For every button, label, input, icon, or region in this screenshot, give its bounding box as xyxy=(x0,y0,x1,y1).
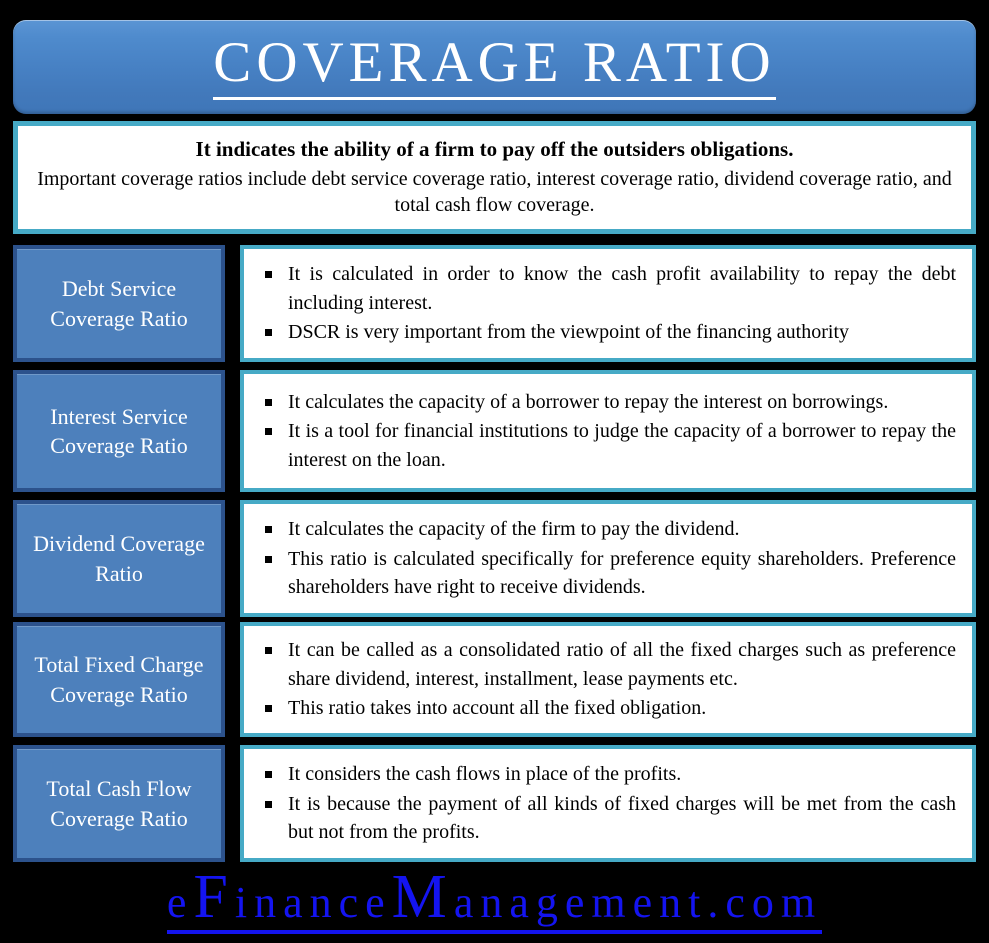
list-item: It is because the payment of all kinds o… xyxy=(258,790,956,847)
intro-box: It indicates the ability of a firm to pa… xyxy=(13,121,976,234)
ratio-label-interest-service: Interest Service Coverage Ratio xyxy=(13,370,225,492)
ratio-content-dividend: It calculates the capacity of the firm t… xyxy=(240,500,976,617)
ratio-label-dividend: Dividend Coverage Ratio xyxy=(13,500,225,617)
ratio-label-text: Debt Service Coverage Ratio xyxy=(50,276,188,331)
ratio-label-text: Total Cash Flow Coverage Ratio xyxy=(46,776,192,831)
logo-part-capital-m: M xyxy=(391,862,454,931)
list-item: This ratio takes into account all the fi… xyxy=(258,694,956,722)
intro-description: Important coverage ratios include debt s… xyxy=(37,167,952,217)
ratio-content-debt-service: It is calculated in order to know the ca… xyxy=(240,245,976,362)
logo-part: inance xyxy=(234,877,392,927)
logo-part: anagement.com xyxy=(453,877,823,927)
ratio-row: Dividend Coverage Ratio It calculates th… xyxy=(0,500,989,617)
intro-headline: It indicates the ability of a firm to pa… xyxy=(195,137,794,162)
bullet-list: It calculates the capacity of a borrower… xyxy=(258,388,956,474)
list-item: It is a tool for financial institutions … xyxy=(258,417,956,474)
list-item: It considers the cash flows in place of … xyxy=(258,760,956,788)
ratio-row: Interest Service Coverage Ratio It calcu… xyxy=(0,370,989,492)
footer: eFinanceManagement.com xyxy=(0,866,989,943)
list-item: It calculates the capacity of the firm t… xyxy=(258,515,956,543)
list-item: It is calculated in order to know the ca… xyxy=(258,260,956,317)
bullet-list: It can be called as a consolidated ratio… xyxy=(258,636,956,722)
bullet-list: It considers the cash flows in place of … xyxy=(258,760,956,846)
site-logo[interactable]: eFinanceManagement.com xyxy=(166,866,823,934)
list-item: This ratio is calculated specifically fo… xyxy=(258,545,956,602)
ratio-label-debt-service: Debt Service Coverage Ratio xyxy=(13,245,225,362)
list-item: It calculates the capacity of a borrower… xyxy=(258,388,956,416)
ratio-label-total-fixed-charge: Total Fixed Charge Coverage Ratio xyxy=(13,622,225,737)
ratio-content-total-fixed-charge: It can be called as a consolidated ratio… xyxy=(240,622,976,737)
ratio-label-text: Dividend Coverage Ratio xyxy=(33,531,205,586)
infographic-page: COVERAGE RATIO It indicates the ability … xyxy=(0,0,989,943)
page-title: COVERAGE RATIO xyxy=(213,34,776,100)
ratio-row: Debt Service Coverage Ratio It is calcul… xyxy=(0,245,989,362)
ratio-label-total-cash-flow: Total Cash Flow Coverage Ratio xyxy=(13,745,225,862)
ratio-label-text: Total Fixed Charge Coverage Ratio xyxy=(34,652,204,707)
ratio-content-total-cash-flow: It considers the cash flows in place of … xyxy=(240,745,976,862)
header-banner-wrap: COVERAGE RATIO xyxy=(13,20,976,114)
list-item: It can be called as a consolidated ratio… xyxy=(258,636,956,693)
ratio-row: Total Fixed Charge Coverage Ratio It can… xyxy=(0,622,989,737)
header-banner: COVERAGE RATIO xyxy=(13,20,976,114)
ratio-label-text: Interest Service Coverage Ratio xyxy=(50,403,188,458)
logo-part-capital-f: F xyxy=(193,862,235,931)
bullet-list: It calculates the capacity of the firm t… xyxy=(258,515,956,601)
list-item: DSCR is very important from the viewpoin… xyxy=(258,318,956,346)
logo-part: e xyxy=(166,877,194,927)
ratio-row: Total Cash Flow Coverage Ratio It consid… xyxy=(0,745,989,862)
bullet-list: It is calculated in order to know the ca… xyxy=(258,260,956,346)
ratio-content-interest-service: It calculates the capacity of a borrower… xyxy=(240,370,976,492)
